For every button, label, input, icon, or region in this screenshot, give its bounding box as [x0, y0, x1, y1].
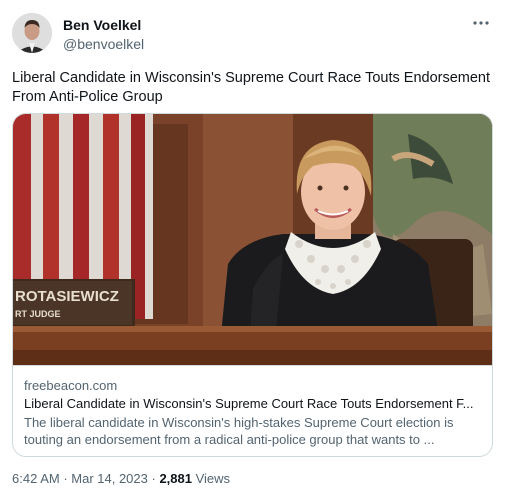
author-handle[interactable]: @benvoelkel — [63, 35, 144, 53]
author-name[interactable]: Ben Voelkel — [63, 16, 141, 34]
card-divider — [13, 365, 492, 366]
meta-separator: · — [59, 471, 72, 486]
avatar[interactable] — [12, 13, 52, 53]
more-horizontal-icon — [473, 21, 489, 25]
card-domain: freebeacon.com — [24, 378, 118, 393]
article-image: ROTASIEWICZ RT JUDGE — [13, 114, 492, 365]
views-label: Views — [191, 471, 231, 486]
tweet-text: Liberal Candidate in Wisconsin's Supreme… — [12, 70, 491, 105]
tweet-date[interactable]: Mar 14, 2023 — [71, 471, 148, 486]
avatar-image — [12, 13, 52, 53]
more-button[interactable] — [471, 14, 491, 32]
tweet: Ben Voelkel @benvoelkel Liberal Candidat… — [0, 0, 505, 504]
meta-separator: · — [147, 471, 160, 486]
nameplate-line2: RT JUDGE — [15, 309, 61, 319]
views-count: 2,881 — [159, 471, 192, 486]
link-card[interactable]: ROTASIEWICZ RT JUDGE freebeacon.com Libe… — [12, 113, 493, 457]
tweet-time[interactable]: 6:42 AM — [12, 471, 60, 486]
card-title: Liberal Candidate in Wisconsin's Supreme… — [24, 396, 474, 411]
tweet-meta: 6:42 AM · Mar 14, 2023 · 2,881 Views — [12, 471, 230, 487]
nameplate-line1: ROTASIEWICZ — [15, 288, 119, 305]
card-description: The liberal candidate in Wisconsin's hig… — [24, 415, 454, 447]
